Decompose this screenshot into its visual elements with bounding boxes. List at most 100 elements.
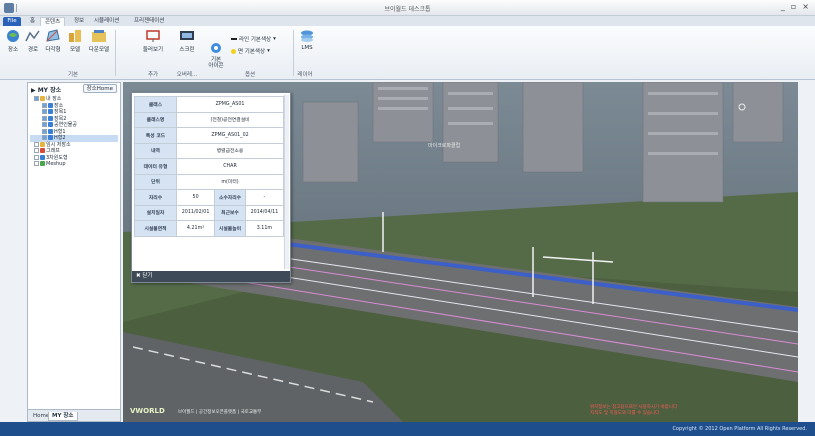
- attribute-value: 50: [175, 189, 216, 206]
- folder-icon: [40, 161, 45, 166]
- app-window: 브이월드 데스크톱 _ ▫ × File 홈 콘텐츠 정보 시뮬레이션 프리젠테…: [0, 0, 815, 436]
- tree-checkbox[interactable]: [42, 109, 47, 114]
- tree-checkbox[interactable]: [34, 96, 39, 101]
- attribute-key: 자리수: [134, 189, 177, 206]
- title-bar: 브이월드 데스크톱 _ ▫ ×: [0, 0, 815, 16]
- popup-close-button[interactable]: ✖ 닫기: [132, 271, 290, 282]
- tree-checkbox[interactable]: [34, 154, 39, 160]
- tour-label: 둘러보기: [142, 47, 164, 53]
- tree-item-label: 장소: [54, 102, 64, 109]
- place-button[interactable]: 장소: [2, 29, 24, 53]
- attribute-value: ZPMG_AS01_02: [176, 127, 284, 144]
- tree-checkbox[interactable]: [34, 148, 39, 153]
- close-button[interactable]: ×: [802, 2, 809, 11]
- tree-checkbox[interactable]: [34, 161, 39, 166]
- line-color-setting[interactable]: 라인 기본색상 ▾: [231, 35, 276, 43]
- screen-button[interactable]: 스크린: [175, 29, 199, 53]
- tour-button[interactable]: 둘러보기: [140, 29, 166, 53]
- table-row: 특성 코드 ZPMG_AS01_02: [134, 127, 284, 144]
- attribute-value: 4.21m²: [175, 220, 216, 237]
- attribute-key: 클래스: [134, 96, 177, 113]
- polygon-button[interactable]: 다각형: [42, 29, 64, 53]
- folder-icon: [48, 128, 53, 134]
- model-button[interactable]: 모델: [64, 29, 86, 53]
- tree-checkbox[interactable]: [42, 122, 47, 127]
- tab-home[interactable]: 홈: [26, 17, 39, 26]
- place-label: 장소: [7, 47, 19, 53]
- tab-contents[interactable]: 콘텐츠: [40, 17, 66, 26]
- attribute-key: 데이터 유형: [134, 158, 177, 175]
- attribute-value: -: [244, 189, 285, 206]
- table-row: 단위 m(미터): [134, 173, 284, 190]
- tab-file[interactable]: File: [3, 17, 21, 26]
- tab-info[interactable]: 정보: [70, 17, 88, 26]
- attribute-key: 설치일자: [134, 204, 177, 221]
- table-row: 클래스명 (전철)공전연결설비: [134, 111, 284, 128]
- model-icon: [67, 29, 83, 43]
- attribute-value: (전철)공전연결설비: [176, 111, 284, 128]
- dropdown-arrow-icon[interactable]: ▾: [267, 48, 270, 54]
- tree-checkbox[interactable]: [42, 102, 47, 108]
- tab-simulation[interactable]: 시뮬레이션: [90, 17, 123, 26]
- route-icon: [25, 29, 41, 43]
- popup-scrollbar[interactable]: [284, 95, 289, 269]
- folder-icon: [48, 102, 53, 108]
- panel-title: ▶ MY 장소: [31, 87, 62, 94]
- dropdown-arrow-icon[interactable]: ▾: [273, 36, 276, 42]
- folder-icon: [48, 109, 53, 114]
- tree-item-label: 장목2: [54, 115, 67, 122]
- attribute-value: ZPMG_AS01: [176, 96, 284, 113]
- window-title: 브이월드 데스크톱: [384, 6, 431, 13]
- table-row: 클래스 ZPMG_AS01: [134, 96, 284, 113]
- tree-checkbox[interactable]: [42, 128, 47, 134]
- table-row: 내역 병렬급전소용: [134, 142, 284, 159]
- attribute-value: 2011/02/01: [175, 204, 216, 221]
- tree-checkbox[interactable]: [42, 115, 47, 121]
- folder-icon: [48, 122, 53, 127]
- attribute-value: CHAR: [176, 158, 284, 175]
- attribute-value: 2014/04/11: [244, 204, 285, 221]
- places-home-button[interactable]: 장소Home: [82, 84, 117, 93]
- fill-color-setting[interactable]: 면 기본색상 ▾: [231, 47, 270, 55]
- tree-item[interactable]: Meshup: [30, 161, 118, 168]
- copyright-text: Copyright © 2012 Open Platform All Right…: [672, 426, 807, 432]
- basic-icon-button[interactable]: 기본 아이콘: [205, 29, 227, 69]
- download-model-label: 다운모델: [88, 47, 110, 53]
- minimize-button[interactable]: _: [781, 2, 785, 11]
- folder-icon: [48, 115, 53, 121]
- folder-icon: [40, 148, 45, 153]
- basic-icon: [208, 35, 224, 53]
- tree-checkbox[interactable]: [42, 135, 47, 140]
- group-label-overlay: 오버레...: [176, 72, 198, 78]
- tree-checkbox[interactable]: [34, 141, 39, 147]
- layers-icon: [299, 29, 315, 43]
- attribute-key: 소수자리수: [214, 189, 246, 206]
- svg-text:마이크로파클럽: 마이크로파클럽: [428, 142, 460, 149]
- fill-color-swatch: [231, 48, 236, 54]
- tree-item-label: 3차원도형: [46, 154, 68, 161]
- tree-item-label: H형1: [54, 128, 66, 135]
- table-row: 시설물면적 4.21m² 시설물높이 3.11m: [134, 220, 285, 237]
- tree-item-label: 그래프: [46, 148, 60, 154]
- route-label: 경로: [27, 47, 39, 53]
- vworld-logo: VWORLD: [130, 407, 165, 415]
- attribute-value: m(미터): [176, 173, 284, 190]
- model-label: 모델: [69, 47, 81, 53]
- attribute-value: 3.11m: [244, 220, 285, 237]
- route-button[interactable]: 경로: [22, 29, 44, 53]
- attribute-key: 내역: [134, 142, 177, 159]
- tab-presentation[interactable]: 프리젠테이션: [130, 17, 168, 26]
- tab-my-places[interactable]: MY 장소: [48, 412, 78, 421]
- maximize-button[interactable]: ▫: [791, 2, 796, 11]
- globe-pin-icon: [5, 29, 21, 43]
- group-label-layer: 레이어: [297, 72, 313, 78]
- download-model-button[interactable]: 다운모델: [86, 29, 112, 53]
- group-label-basic: 기본: [67, 72, 79, 78]
- table-row: 데이터 유형 CHAR: [134, 158, 284, 175]
- table-row: 자리수 50 소수자리수 -: [134, 189, 285, 206]
- folder-icon: [40, 96, 45, 101]
- polygon-icon: [45, 29, 61, 43]
- group-label-add: 추가: [147, 72, 159, 78]
- lms-button[interactable]: LMS: [296, 29, 318, 51]
- map-credit: 브이월드 | 공간정보오픈플랫폼 | 국토교통부: [178, 410, 262, 415]
